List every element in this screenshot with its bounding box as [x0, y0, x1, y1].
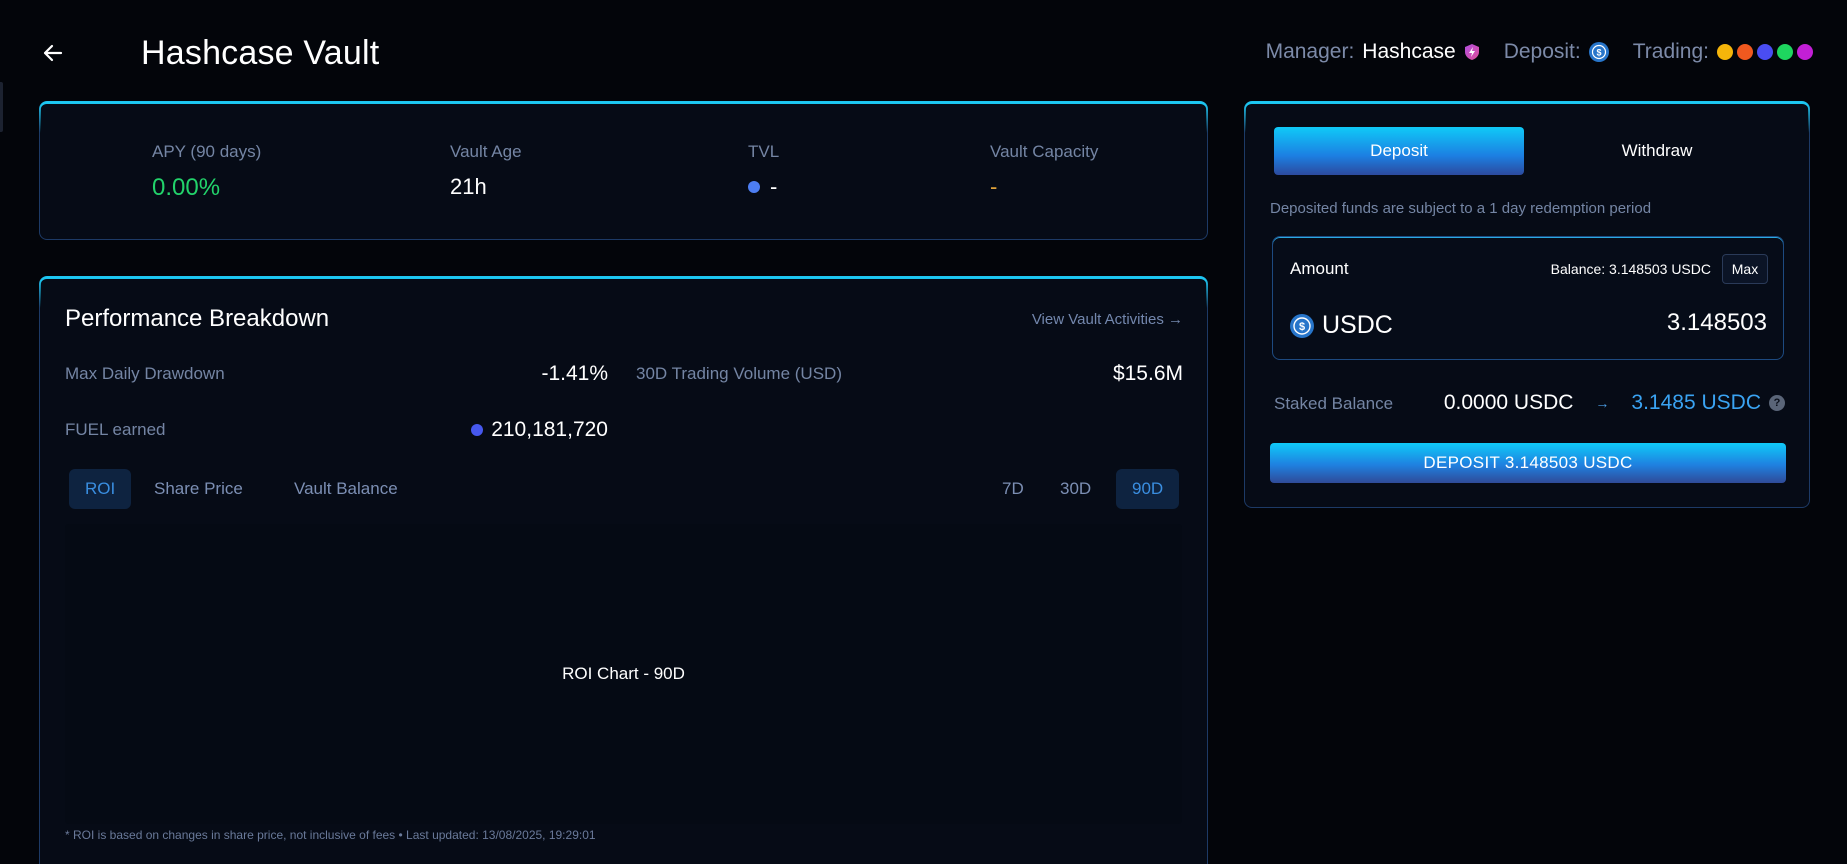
- vault-age-stat: Vault Age 21h: [450, 142, 522, 200]
- vault-stats-panel: APY (90 days) 0.00% Vault Age 21h TVL - …: [39, 101, 1208, 240]
- range-90d[interactable]: 90D: [1116, 469, 1180, 509]
- trading-venues: [1709, 44, 1813, 60]
- tab-vault-balance[interactable]: Vault Balance: [278, 469, 414, 509]
- fuel-icon: [471, 424, 484, 436]
- staked-new-value: 3.1485 USDC: [1631, 391, 1761, 414]
- range-30d[interactable]: 30D: [1044, 469, 1107, 509]
- svg-text:$: $: [1299, 321, 1305, 333]
- max-drawdown-label: Max Daily Drawdown: [65, 364, 225, 383]
- amount-box: Amount Balance: 3.148503 USDC Max $ USDC: [1272, 236, 1784, 360]
- shield-badge-icon: [1464, 44, 1479, 60]
- redemption-note: Deposited funds are subject to a 1 day r…: [1270, 200, 1652, 217]
- tvl-value-row: -: [748, 174, 779, 200]
- fuel-earned-label: FUEL earned: [65, 420, 166, 439]
- view-vault-activities-link[interactable]: View Vault Activities →: [1032, 311, 1183, 328]
- token-name: USDC: [1322, 311, 1393, 339]
- vault-meta: Manager: Hashcase Deposit: $ Trading:: [1266, 40, 1813, 64]
- deposit-info: Deposit: $: [1504, 40, 1609, 64]
- trading-volume-label: 30D Trading Volume (USD): [636, 364, 842, 383]
- manager-info: Manager: Hashcase: [1266, 40, 1480, 64]
- arrow-left-icon: [43, 44, 63, 62]
- max-button[interactable]: Max: [1722, 254, 1768, 284]
- tab-share-price[interactable]: Share Price: [138, 469, 259, 509]
- help-icon[interactable]: ?: [1769, 395, 1785, 411]
- left-edge-handle: [0, 82, 3, 132]
- withdraw-tab[interactable]: Withdraw: [1532, 127, 1782, 175]
- apy-value: 0.00%: [152, 174, 221, 201]
- trading-venue-icon: [1737, 44, 1753, 60]
- apy-stat: APY (90 days) 0.00%: [152, 142, 261, 202]
- range-7d[interactable]: 7D: [986, 469, 1040, 509]
- usdc-icon: $: [1588, 42, 1609, 62]
- deposit-withdraw-panel: Deposit Withdraw Deposited funds are sub…: [1244, 101, 1810, 508]
- vault-capacity-stat: Vault Capacity -: [990, 142, 1098, 200]
- balance-text: Balance: 3.148503 USDC: [1550, 261, 1711, 277]
- trading-venue-icon: [1797, 44, 1813, 60]
- deposit-submit-button[interactable]: DEPOSIT 3.148503 USDC: [1270, 443, 1786, 483]
- deposit-label: Deposit:: [1503, 40, 1581, 63]
- trading-label: Trading:: [1632, 40, 1709, 63]
- trading-venue-icon: [1757, 44, 1773, 60]
- arrow-right-icon: →: [1595, 395, 1610, 411]
- staked-current-value: 0.0000 USDC: [1443, 391, 1574, 414]
- tvl-token-icon: [748, 181, 760, 193]
- amount-label: Amount: [1290, 259, 1349, 278]
- tvl-label: TVL: [748, 142, 780, 161]
- vault-age-label: Vault Age: [450, 142, 522, 161]
- staked-balance-label: Staked Balance: [1274, 394, 1394, 413]
- trading-venue-icon: [1777, 44, 1793, 60]
- trading-info: Trading:: [1633, 40, 1813, 64]
- performance-title: Performance Breakdown: [65, 305, 330, 332]
- trading-venue-icon: [1717, 44, 1733, 60]
- performance-panel: Performance Breakdown View Vault Activit…: [39, 276, 1208, 864]
- vault-capacity-label: Vault Capacity: [990, 142, 1099, 161]
- manager-name[interactable]: Hashcase: [1362, 40, 1455, 64]
- fuel-earned-value: 210,181,720: [491, 418, 608, 441]
- amount-input[interactable]: [1517, 309, 1767, 337]
- chart-placeholder: ROI Chart - 90D: [562, 664, 685, 683]
- tvl-stat: TVL -: [748, 142, 779, 200]
- tab-roi[interactable]: ROI: [69, 469, 132, 509]
- token-selector: $ USDC: [1290, 311, 1393, 340]
- page-title: Hashcase Vault: [141, 34, 380, 72]
- deposit-tab[interactable]: Deposit: [1274, 127, 1524, 175]
- fuel-earned-value-row: 210,181,720: [471, 418, 608, 442]
- vault-capacity-value: -: [990, 174, 998, 199]
- max-drawdown-value: -1.41%: [541, 362, 608, 385]
- apy-label: APY (90 days): [152, 142, 262, 161]
- svg-text:$: $: [1596, 48, 1601, 58]
- tvl-value: -: [770, 174, 778, 199]
- back-button[interactable]: [38, 38, 68, 68]
- staked-balance-row: 0.0000 USDC → 3.1485 USDC ?: [1444, 391, 1785, 415]
- vault-age-value: 21h: [450, 174, 487, 199]
- roi-footnote: * ROI is based on changes in share price…: [65, 828, 596, 842]
- usdc-icon: $: [1290, 313, 1314, 338]
- trading-volume-value: $15.6M: [1112, 362, 1183, 385]
- manager-label: Manager:: [1265, 40, 1355, 63]
- roi-chart-area: ROI Chart - 90D: [65, 524, 1182, 824]
